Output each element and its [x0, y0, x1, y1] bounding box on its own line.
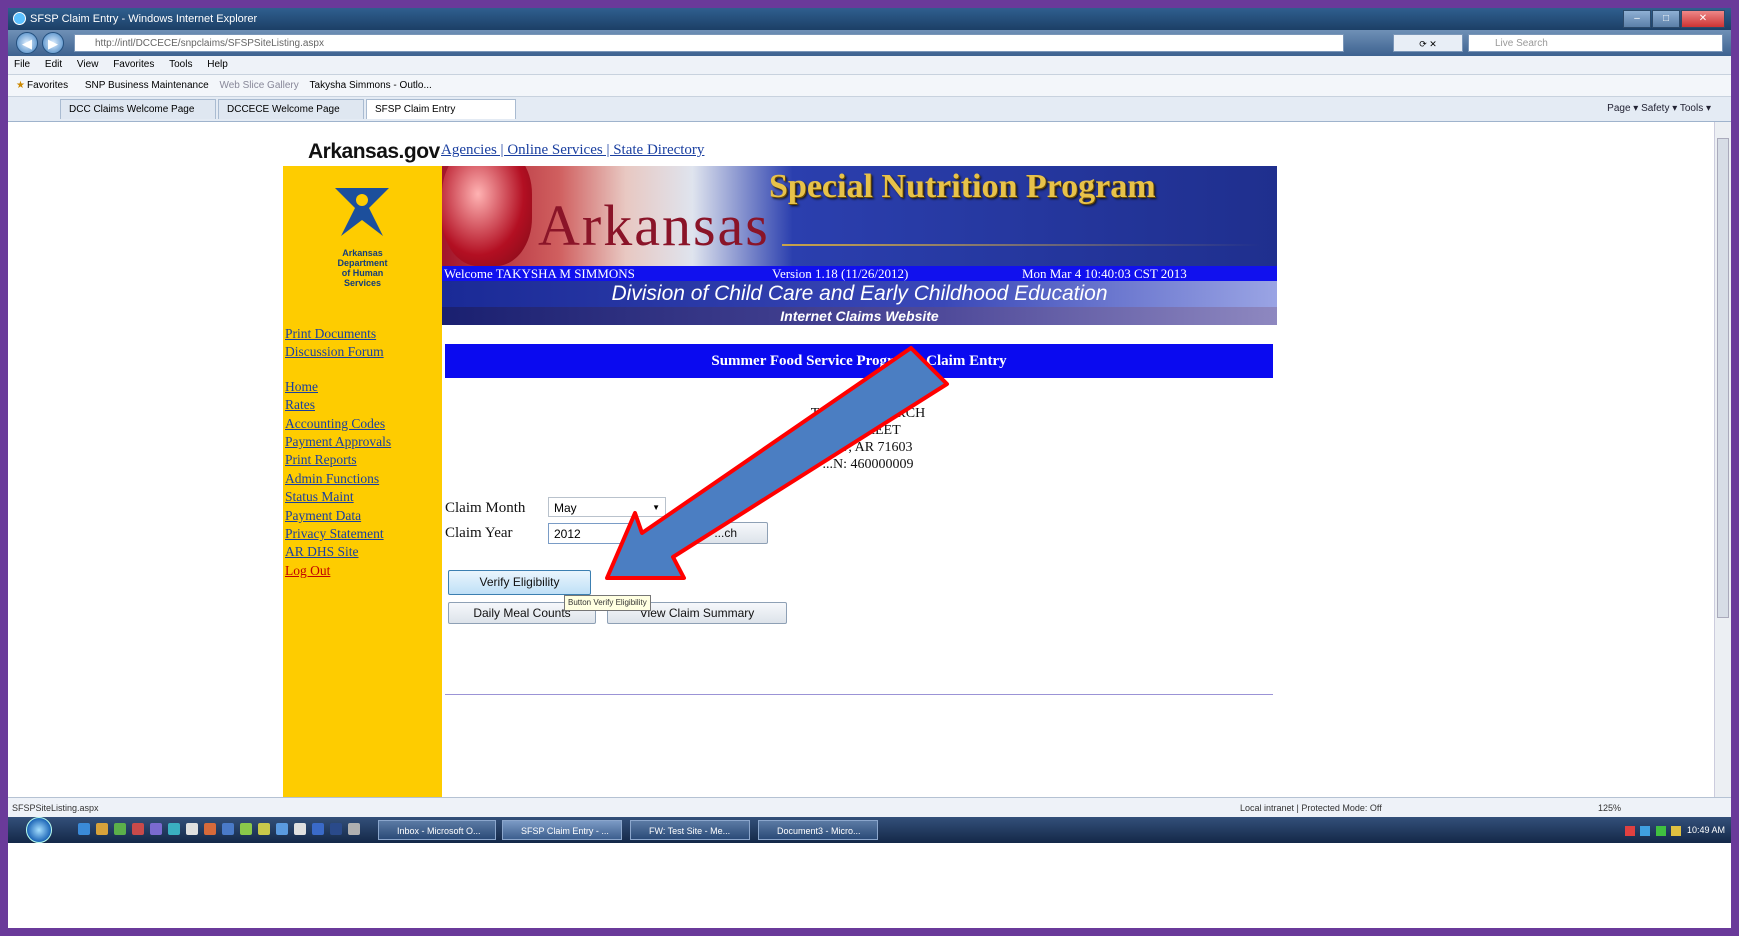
quicklaunch-icon[interactable]: [276, 823, 288, 835]
tray-icon[interactable]: [1624, 825, 1635, 836]
favorite-snp-business[interactable]: SNP Business Maintenance: [85, 80, 209, 91]
vertical-scrollbar[interactable]: [1714, 122, 1731, 797]
ie-icon: [13, 12, 26, 25]
command-bar[interactable]: Page ▾ Safety ▾ Tools ▾: [1607, 101, 1711, 117]
maximize-button[interactable]: □: [1652, 10, 1680, 28]
quicklaunch-icon[interactable]: [258, 823, 270, 835]
quicklaunch-icon[interactable]: [186, 823, 198, 835]
tab-dcc-claims[interactable]: DCC Claims Welcome Page: [60, 99, 216, 119]
clock[interactable]: 10:49 AM: [1687, 825, 1725, 835]
favorites-button[interactable]: Favorites: [27, 80, 68, 91]
system-tray: 10:49 AM: [1561, 819, 1731, 841]
quicklaunch-icon[interactable]: [150, 823, 162, 835]
minimize-button[interactable]: –: [1623, 10, 1651, 28]
quicklaunch-icon[interactable]: [312, 823, 324, 835]
back-button[interactable]: ◀: [16, 32, 38, 54]
menu-view[interactable]: View: [77, 59, 99, 70]
search-input[interactable]: Live Search: [1468, 34, 1723, 52]
refresh-stop-buttons[interactable]: ⟳ ✕: [1393, 34, 1463, 52]
quicklaunch-icon[interactable]: [114, 823, 126, 835]
page-content: Arkansas.gov Agencies | Online Services …: [8, 122, 1714, 797]
favorites-star-icon[interactable]: ★: [16, 80, 25, 91]
menu-bar: File Edit View Favorites Tools Help: [8, 56, 1731, 75]
tray-icon[interactable]: [1671, 825, 1682, 836]
status-url: SFSPSiteListing.aspx: [12, 803, 99, 813]
url-field[interactable]: http://intl/DCCECE/snpclaims/SFSPSiteLis…: [74, 34, 1344, 52]
tray-icon[interactable]: [1640, 825, 1651, 836]
quicklaunch-icon[interactable]: [96, 823, 108, 835]
quicklaunch-icon[interactable]: [132, 823, 144, 835]
menu-tools[interactable]: Tools: [169, 59, 192, 70]
taskbar-document3[interactable]: Document3 - Micro...: [758, 820, 878, 840]
menu-favorites[interactable]: Favorites: [113, 59, 154, 70]
start-button[interactable]: [26, 817, 52, 843]
quicklaunch-icon[interactable]: [222, 823, 234, 835]
tray-icon[interactable]: [1655, 825, 1666, 836]
tab-bar: DCC Claims Welcome Page DCCECE Welcome P…: [8, 97, 1731, 122]
scrollbar-thumb[interactable]: [1717, 138, 1729, 618]
quicklaunch-icon[interactable]: [204, 823, 216, 835]
forward-button[interactable]: ▶: [42, 32, 64, 54]
close-button[interactable]: ✕: [1681, 10, 1725, 28]
quicklaunch-icon[interactable]: [348, 823, 360, 835]
tab-dccece-welcome[interactable]: DCCECE Welcome Page: [218, 99, 364, 119]
favorite-outlook[interactable]: Takysha Simmons - Outlo...: [310, 80, 432, 91]
security-zone[interactable]: Local intranet | Protected Mode: Off: [1240, 798, 1382, 818]
quicklaunch-icon[interactable]: [330, 823, 342, 835]
address-bar: ◀ ▶ http://intl/DCCECE/snpclaims/SFSPSit…: [8, 30, 1731, 56]
taskbar-fw-test-site[interactable]: FW: Test Site - Me...: [630, 820, 750, 840]
taskbar-sfsp-claim-entry[interactable]: SFSP Claim Entry - ...: [502, 820, 622, 840]
annotation-arrow-icon: [605, 346, 949, 580]
status-bar: SFSPSiteListing.aspx Local intranet | Pr…: [8, 797, 1731, 818]
window-controls: – □ ✕: [1623, 10, 1725, 28]
favorites-bar: ★ Favorites SNP Business Maintenance Web …: [8, 75, 1731, 97]
menu-file[interactable]: File: [14, 59, 30, 70]
tab-sfsp-claim-entry[interactable]: SFSP Claim Entry: [366, 99, 516, 119]
window-title: SFSP Claim Entry - Windows Internet Expl…: [30, 13, 258, 25]
quicklaunch-icon[interactable]: [294, 823, 306, 835]
menu-help[interactable]: Help: [207, 59, 228, 70]
taskbar-outlook[interactable]: Inbox - Microsoft O...: [378, 820, 496, 840]
zoom-level[interactable]: 125%: [1598, 798, 1621, 818]
quicklaunch-icon[interactable]: [168, 823, 180, 835]
quicklaunch-icon[interactable]: [240, 823, 252, 835]
taskbar: Inbox - Microsoft O... SFSP Claim Entry …: [8, 817, 1731, 843]
favorite-web-slice[interactable]: Web Slice Gallery: [219, 80, 298, 91]
browser-window: SFSP Claim Entry - Windows Internet Expl…: [8, 8, 1731, 928]
menu-edit[interactable]: Edit: [45, 59, 62, 70]
quicklaunch-icon[interactable]: [78, 823, 90, 835]
title-bar: SFSP Claim Entry - Windows Internet Expl…: [8, 8, 1731, 30]
